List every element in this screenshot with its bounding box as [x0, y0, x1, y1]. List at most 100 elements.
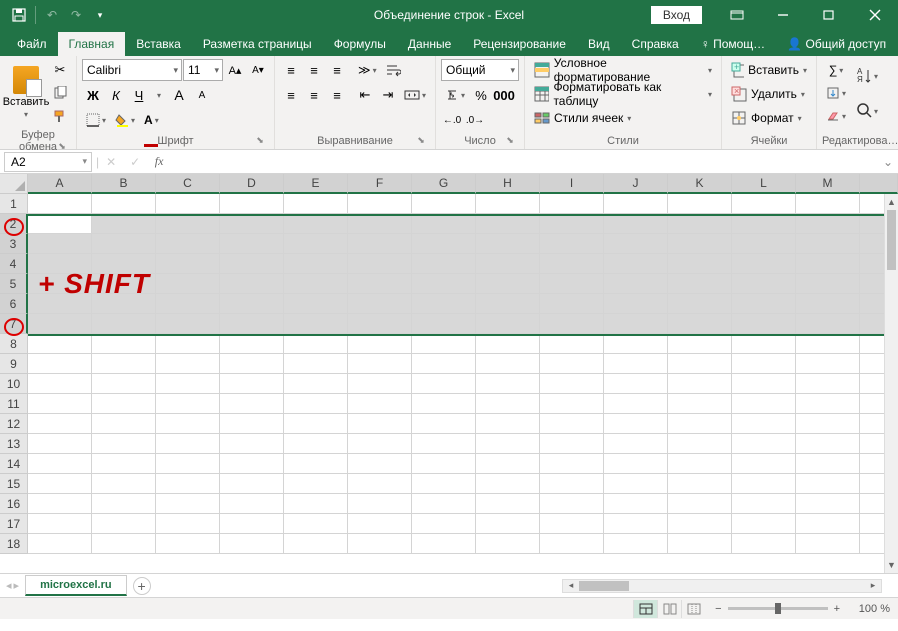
cell-E16[interactable]	[284, 494, 348, 514]
cell-J8[interactable]	[604, 334, 668, 354]
cell-I8[interactable]	[540, 334, 604, 354]
tab-tell-me[interactable]: ♀ Помощ…	[690, 32, 776, 56]
cell-C8[interactable]	[156, 334, 220, 354]
cell-B7[interactable]	[92, 314, 156, 334]
wrap-text-icon[interactable]	[382, 59, 404, 81]
cell-M5[interactable]	[796, 274, 860, 294]
cell-L10[interactable]	[732, 374, 796, 394]
cell-M16[interactable]	[796, 494, 860, 514]
tab-help[interactable]: Справка	[621, 32, 690, 56]
cell-F12[interactable]	[348, 414, 412, 434]
cell-D9[interactable]	[220, 354, 284, 374]
cell-K5[interactable]	[668, 274, 732, 294]
cell-M9[interactable]	[796, 354, 860, 374]
cell-G6[interactable]	[412, 294, 476, 314]
cell-I2[interactable]	[540, 214, 604, 234]
row-header-15[interactable]: 15	[0, 474, 28, 494]
row-header-5[interactable]: 5	[0, 274, 28, 294]
cell-F1[interactable]	[348, 194, 412, 214]
cell-K7[interactable]	[668, 314, 732, 334]
view-normal-icon[interactable]	[633, 600, 657, 618]
merge-icon[interactable]	[400, 84, 430, 106]
vertical-scrollbar[interactable]: ▲ ▼	[884, 194, 898, 573]
tab-file[interactable]: Файл	[6, 32, 58, 56]
cell-H16[interactable]	[476, 494, 540, 514]
align-left-icon[interactable]: ≡	[280, 84, 302, 106]
cell-D10[interactable]	[220, 374, 284, 394]
cell-D7[interactable]	[220, 314, 284, 334]
cell-H9[interactable]	[476, 354, 540, 374]
cell-L15[interactable]	[732, 474, 796, 494]
cell-J4[interactable]	[604, 254, 668, 274]
cell-K2[interactable]	[668, 214, 732, 234]
cell-J16[interactable]	[604, 494, 668, 514]
cell-F15[interactable]	[348, 474, 412, 494]
col-header-F[interactable]: F	[348, 174, 412, 194]
cancel-formula-icon[interactable]: ✕	[99, 152, 123, 172]
sheet-tab-active[interactable]: microexcel.ru	[25, 575, 127, 596]
cell-J10[interactable]	[604, 374, 668, 394]
row-header-11[interactable]: 11	[0, 394, 28, 414]
cell-I5[interactable]	[540, 274, 604, 294]
cell-E6[interactable]	[284, 294, 348, 314]
cell-M2[interactable]	[796, 214, 860, 234]
cell-D16[interactable]	[220, 494, 284, 514]
cell-L1[interactable]	[732, 194, 796, 214]
cell-L7[interactable]	[732, 314, 796, 334]
cell-C10[interactable]	[156, 374, 220, 394]
cell-L3[interactable]	[732, 234, 796, 254]
cell-L12[interactable]	[732, 414, 796, 434]
zoom-slider[interactable]	[728, 607, 828, 610]
inc-indent-icon[interactable]: ⇥	[377, 84, 399, 106]
cell-L5[interactable]	[732, 274, 796, 294]
fx-icon[interactable]: fx	[147, 152, 171, 172]
row-header-4[interactable]: 4	[0, 254, 28, 274]
hscroll-right-icon[interactable]: ▸	[865, 580, 881, 591]
cell-A11[interactable]	[28, 394, 92, 414]
cell-E18[interactable]	[284, 534, 348, 554]
cell-H2[interactable]	[476, 214, 540, 234]
row-header-16[interactable]: 16	[0, 494, 28, 514]
cell-I15[interactable]	[540, 474, 604, 494]
cell-I6[interactable]	[540, 294, 604, 314]
conditional-format-button[interactable]: Условное форматирование	[530, 59, 716, 81]
cell-E2[interactable]	[284, 214, 348, 234]
col-header-L[interactable]: L	[732, 174, 796, 194]
tab-insert[interactable]: Вставка	[125, 32, 192, 56]
minimize-icon[interactable]	[760, 0, 806, 30]
cell-D12[interactable]	[220, 414, 284, 434]
cell-K8[interactable]	[668, 334, 732, 354]
align-center-icon[interactable]: ≡	[303, 84, 325, 106]
tab-share[interactable]: 👤 Общий доступ	[776, 32, 897, 56]
cell-B9[interactable]	[92, 354, 156, 374]
cell-B2[interactable]	[92, 214, 156, 234]
cell-G17[interactable]	[412, 514, 476, 534]
cell-D3[interactable]	[220, 234, 284, 254]
underline-button[interactable]: Ч	[128, 84, 150, 106]
cell-L6[interactable]	[732, 294, 796, 314]
cell-B13[interactable]	[92, 434, 156, 454]
redo-icon[interactable]: ↷	[65, 4, 87, 26]
cell-C9[interactable]	[156, 354, 220, 374]
cell-J9[interactable]	[604, 354, 668, 374]
cell-B18[interactable]	[92, 534, 156, 554]
undo-icon[interactable]: ↶	[41, 4, 63, 26]
cell-A1[interactable]	[28, 194, 92, 214]
cell-G13[interactable]	[412, 434, 476, 454]
fill-icon[interactable]	[822, 82, 850, 104]
horizontal-scrollbar[interactable]: ◂ ▸	[562, 579, 882, 593]
cell-L17[interactable]	[732, 514, 796, 534]
cell-C6[interactable]	[156, 294, 220, 314]
comma-icon[interactable]: 000	[493, 84, 515, 106]
font-size-select[interactable]: 11	[183, 59, 223, 81]
cell-M7[interactable]	[796, 314, 860, 334]
format-cells-button[interactable]: Формат	[727, 107, 811, 129]
cell-F13[interactable]	[348, 434, 412, 454]
cell-H6[interactable]	[476, 294, 540, 314]
new-sheet-icon[interactable]: +	[133, 577, 151, 595]
cell-M4[interactable]	[796, 254, 860, 274]
cell-E10[interactable]	[284, 374, 348, 394]
cell-G16[interactable]	[412, 494, 476, 514]
cell-K1[interactable]	[668, 194, 732, 214]
enter-formula-icon[interactable]: ✓	[123, 152, 147, 172]
